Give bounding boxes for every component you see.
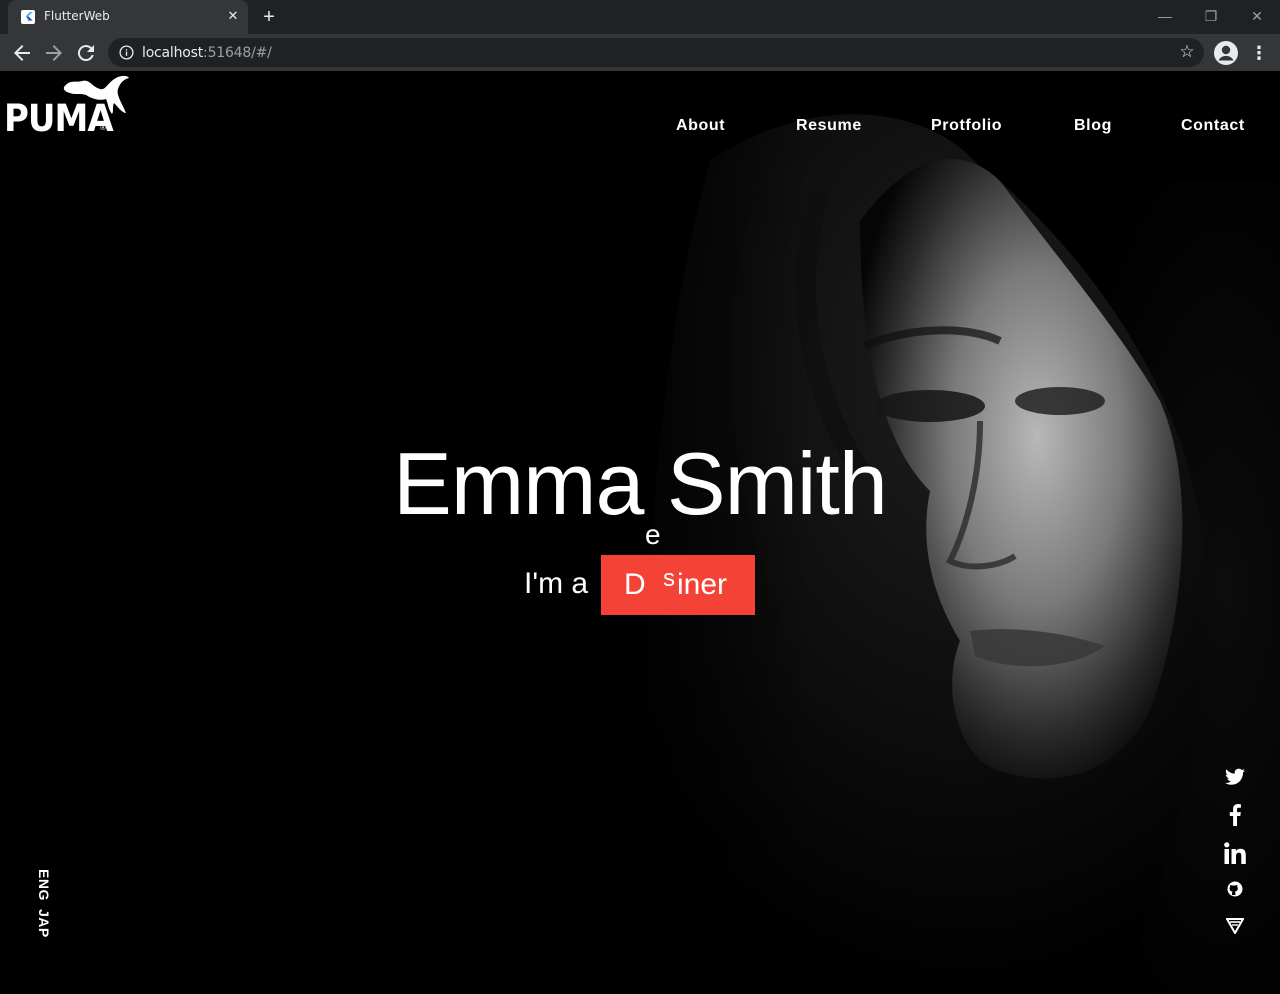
browser-tab[interactable]: FlutterWeb ✕ (8, 0, 248, 34)
restore-icon[interactable]: ❐ (1188, 5, 1234, 27)
hero-name: Emma Smith (393, 434, 888, 533)
new-tab-icon[interactable]: + (259, 7, 279, 27)
browser-menu-icon[interactable]: ⋮ (1250, 42, 1268, 64)
puma-cat-icon (63, 75, 129, 114)
role-letter-d: D (624, 568, 646, 601)
language-eng[interactable]: ENG (36, 869, 52, 901)
twitter-icon[interactable] (1222, 765, 1248, 789)
language-jap[interactable]: JAP (36, 909, 52, 938)
github-icon[interactable] (1222, 877, 1248, 901)
hero-prefix: I'm a (524, 567, 589, 600)
page-viewport: PUMA ® About Resume Protfolio Blog Conta… (0, 71, 1280, 994)
url-text[interactable]: localhost:51648/#/ (142, 45, 272, 61)
site-info-icon[interactable] (119, 45, 134, 60)
nav-blog-link[interactable]: Blog (1074, 117, 1112, 135)
vimeo-icon[interactable] (1222, 914, 1248, 938)
reload-icon[interactable] (74, 41, 98, 65)
role-badge: D s iner (601, 555, 755, 615)
minimize-icon[interactable]: — (1142, 5, 1188, 27)
forward-icon[interactable] (42, 41, 66, 65)
back-icon[interactable] (10, 41, 34, 65)
address-bar[interactable]: localhost:51648/#/ ☆ (108, 38, 1204, 67)
nav-contact-link[interactable]: Contact (1181, 117, 1245, 135)
nav-about-link[interactable]: About (676, 117, 725, 135)
flutter-favicon-icon (21, 10, 35, 24)
close-tab-icon[interactable]: ✕ (226, 9, 240, 23)
puma-logo[interactable]: PUMA ® (4, 73, 129, 141)
animated-role-letter: e (645, 519, 661, 550)
url-path: :51648/#/ (203, 45, 272, 61)
facebook-icon[interactable] (1222, 803, 1248, 827)
linkedin-icon[interactable] (1222, 841, 1248, 865)
tab-title: FlutterWeb (44, 9, 110, 23)
role-letter-s: s (663, 565, 675, 592)
bookmark-star-icon[interactable]: ☆ (1177, 42, 1197, 62)
window-close-icon[interactable]: ✕ (1234, 5, 1280, 27)
browser-tab-bar: FlutterWeb ✕ + — ❐ ✕ (0, 0, 1280, 34)
nav-portfolio-link[interactable]: Protfolio (931, 117, 1002, 135)
registered-mark: ® (100, 123, 106, 132)
browser-toolbar: localhost:51648/#/ ☆ ⋮ (0, 34, 1280, 71)
url-host: localhost (142, 45, 204, 61)
profile-avatar-icon[interactable] (1213, 40, 1239, 66)
role-suffix: iner (677, 568, 728, 601)
nav-resume-link[interactable]: Resume (796, 117, 862, 135)
